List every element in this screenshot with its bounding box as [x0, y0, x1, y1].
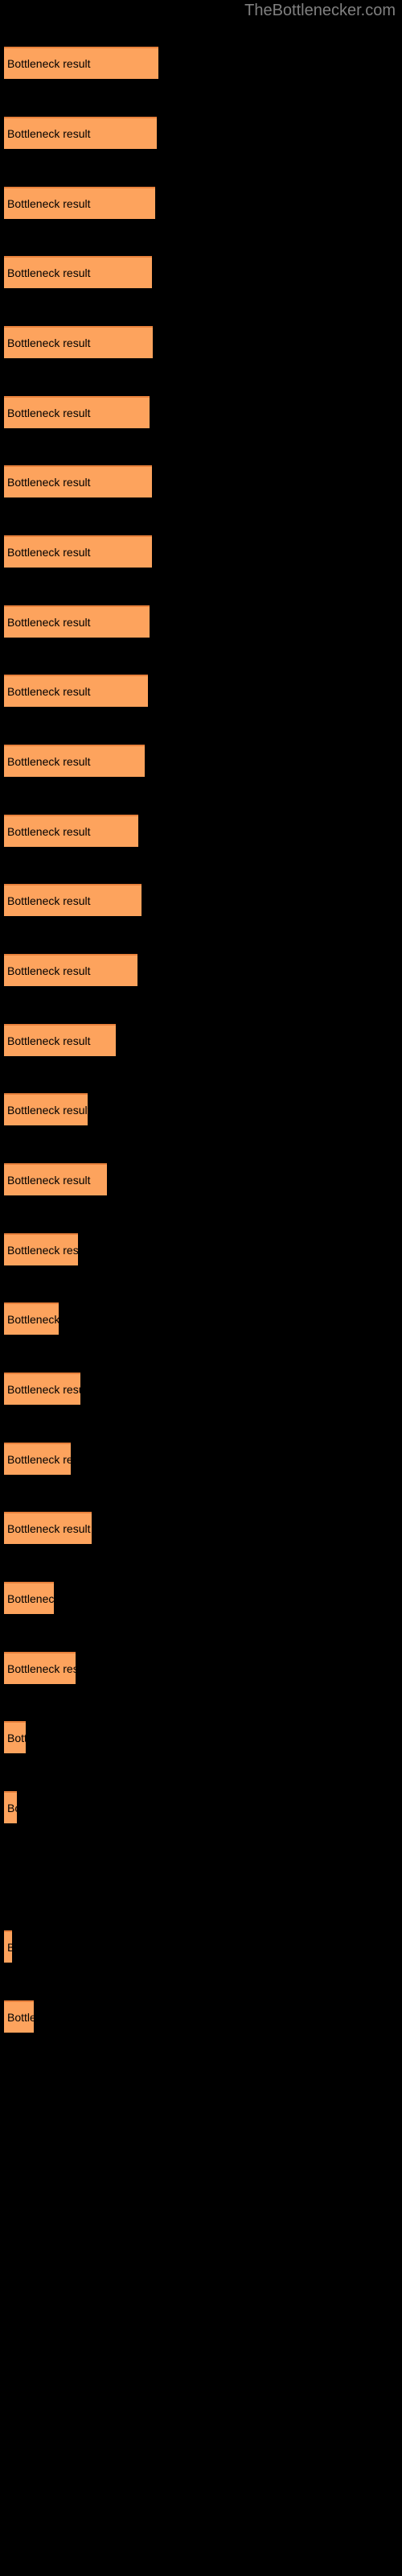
bar-row: Bottleneck result — [0, 396, 402, 428]
bar-row: Bottleneck result — [0, 187, 402, 219]
bar-26[interactable]: Bottleneck result — [4, 1791, 17, 1823]
bar-row: Bottleneck result — [0, 815, 402, 847]
bar-21[interactable]: Bottleneck result — [4, 1443, 71, 1475]
bar-label: Bottleneck result — [7, 825, 91, 838]
bar-20[interactable]: Bottleneck result — [4, 1373, 80, 1405]
bar-row: Bottleneck result — [0, 1233, 402, 1265]
bar-row: Bottleneck result — [0, 465, 402, 497]
bar-label: Bottleneck result — [7, 1940, 12, 1955]
bar-label: Bottleneck result — [7, 1104, 88, 1117]
bar-label: Bottleneck result — [7, 546, 91, 559]
bar-label: Bottleneck result — [7, 127, 91, 140]
bar-row: Bottleneck result — [0, 47, 402, 79]
bar-14[interactable]: Bottleneck result — [4, 954, 137, 986]
bar-9[interactable]: Bottleneck result — [4, 605, 150, 638]
bar-row: Bottleneck result — [0, 675, 402, 707]
bar-13[interactable]: Bottleneck result — [4, 884, 142, 916]
bar-label: Bottleneck result — [7, 1453, 71, 1466]
bar-row: Bottleneck result — [0, 535, 402, 568]
bar-row: Bottleneck result — [0, 1373, 402, 1405]
bar-label: Bottleneck result — [7, 407, 91, 419]
bar-18[interactable]: Bottleneck result — [4, 1233, 78, 1265]
bar-label: Bottleneck result — [7, 1313, 59, 1326]
bar-label: Bottleneck result — [7, 57, 91, 70]
bar-row: Bottleneck result — [0, 1512, 402, 1544]
bar-label: Bottleneck result — [7, 964, 91, 977]
bar-label: Bottleneck result — [7, 336, 91, 349]
bar-row: Bottleneck result — [0, 1163, 402, 1195]
bar-label: Bottleneck result — [7, 1592, 54, 1605]
bar-row: Bottleneck result — [0, 2000, 402, 2033]
bar-2[interactable]: Bottleneck result — [4, 117, 157, 149]
bar-7[interactable]: Bottleneck result — [4, 465, 152, 497]
bar-label: Bottleneck result — [7, 1732, 26, 1744]
bar-4[interactable]: Bottleneck result — [4, 256, 152, 288]
bar-22[interactable]: Bottleneck result — [4, 1512, 92, 1544]
bar-row: Bottleneck result — [0, 1443, 402, 1475]
bar-label: Bottleneck result — [7, 1522, 91, 1535]
bar-5[interactable]: Bottleneck result — [4, 326, 153, 358]
bar-24[interactable]: Bottleneck result — [4, 1652, 76, 1684]
bar-label: Bottleneck result — [7, 616, 91, 629]
bar-28[interactable]: Bottleneck result — [4, 1930, 12, 1963]
bar-label: Bottleneck result — [7, 1802, 17, 1814]
bar-row: Bottleneck result — [0, 256, 402, 288]
bar-23[interactable]: Bottleneck result — [4, 1582, 54, 1614]
bar-10[interactable]: Bottleneck result — [4, 675, 148, 707]
bar-row: Bottleneck result — [0, 745, 402, 777]
bar-row: Bottleneck result — [0, 1861, 402, 1893]
bar-29[interactable]: Bottleneck result — [4, 2000, 34, 2033]
bar-label: Bottleneck result — [7, 894, 91, 907]
bar-label: Bottleneck result — [7, 266, 91, 279]
bar-16[interactable]: Bottleneck result — [4, 1093, 88, 1125]
bar-label: Bottleneck result — [7, 685, 91, 698]
bar-label: Bottleneck result — [7, 1662, 76, 1675]
bar-row: Bottleneck result — [0, 326, 402, 358]
bar-25[interactable]: Bottleneck result — [4, 1721, 26, 1753]
bar-row: Bottleneck result — [0, 1093, 402, 1125]
bar-6[interactable]: Bottleneck result — [4, 396, 150, 428]
bar-row: Bottleneck result — [0, 1302, 402, 1335]
bar-11[interactable]: Bottleneck result — [4, 745, 145, 777]
bar-row: Bottleneck result — [0, 1652, 402, 1684]
bar-row: Bottleneck result — [0, 1582, 402, 1614]
bar-17[interactable]: Bottleneck result — [4, 1163, 107, 1195]
bar-19[interactable]: Bottleneck result — [4, 1302, 59, 1335]
bar-row: Bottleneck result — [0, 605, 402, 638]
bar-row: Bottleneck result — [0, 884, 402, 916]
bar-row: Bottleneck result — [0, 117, 402, 149]
bar-12[interactable]: Bottleneck result — [4, 815, 138, 847]
bar-row: Bottleneck result — [0, 1930, 402, 1963]
bar-row: Bottleneck result — [0, 1721, 402, 1753]
bar-8[interactable]: Bottleneck result — [4, 535, 152, 568]
bar-1[interactable]: Bottleneck result — [4, 47, 158, 79]
bar-row: Bottleneck result — [0, 1024, 402, 1056]
bar-label: Bottleneck result — [7, 197, 91, 210]
bar-row: Bottleneck result — [0, 954, 402, 986]
bar-label: Bottleneck result — [7, 1034, 91, 1047]
bar-label: Bottleneck result — [7, 476, 91, 489]
bar-label: Bottleneck result — [7, 755, 91, 768]
bar-label: Bottleneck result — [7, 1174, 91, 1187]
bottleneck-bar-chart: Bottleneck result Bottleneck result Bottle… — [0, 0, 402, 2576]
bar-label: Bottleneck result — [7, 1383, 80, 1396]
bar-3[interactable]: Bottleneck result — [4, 187, 155, 219]
bar-row: Bottleneck result — [0, 1791, 402, 1823]
bar-label: Bottleneck result — [7, 1244, 78, 1257]
bar-15[interactable]: Bottleneck result — [4, 1024, 116, 1056]
bar-label: Bottleneck result — [7, 2011, 34, 2024]
